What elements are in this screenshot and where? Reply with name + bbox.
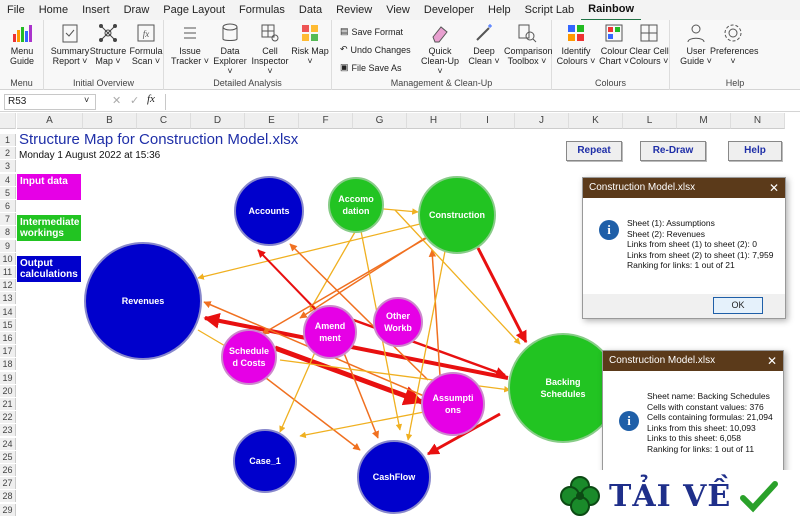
node-label: Construction <box>429 210 485 220</box>
sheet-info-dialog: Construction Model.xlsx ✕ i Sheet name: … <box>602 350 784 474</box>
close-icon[interactable]: ✕ <box>769 178 779 198</box>
node-cashflow[interactable]: CashFlow <box>357 440 431 514</box>
node-label: CashFlow <box>373 472 417 482</box>
dialog-footer: OK <box>583 294 785 318</box>
node-scheduled-costs[interactable]: Schedule d Costs <box>221 329 277 385</box>
dialog-title-bar: Construction Model.xlsx ✕ <box>583 178 785 198</box>
node-label-line2: d Costs <box>232 358 265 368</box>
node-label-line1: Other <box>386 311 411 321</box>
node-label-line1: Assumpti <box>432 393 473 403</box>
dialog-title-bar: Construction Model.xlsx ✕ <box>603 351 783 371</box>
watermark-text: TẢI VỀ <box>609 478 732 514</box>
info-icon: i <box>619 411 639 431</box>
node-label-line1: Backing <box>545 377 580 387</box>
node-case-1[interactable]: Case_1 <box>233 429 297 493</box>
node-label-line2: ons <box>445 405 461 415</box>
node-label-line2: Schedules <box>540 389 585 399</box>
dialog-message: Sheet (1): Assumptions Sheet (2): Revenu… <box>627 218 774 270</box>
dialog-body: i Sheet (1): Assumptions Sheet (2): Reve… <box>583 198 785 296</box>
node-label-line2: Workb <box>384 323 412 333</box>
node-label: Case_1 <box>249 456 281 466</box>
node-label-line2: dation <box>343 206 370 216</box>
node-other-workb[interactable]: Other Workb <box>373 297 423 347</box>
watermark: TẢI VỀ <box>555 470 800 522</box>
checkmark-icon <box>740 481 779 513</box>
node-accomodation[interactable]: Accomo dation <box>328 177 384 233</box>
node-label: Revenues <box>122 296 165 306</box>
node-label: Accounts <box>248 206 289 216</box>
dialog-message: Sheet name: Backing Schedules Cells with… <box>647 391 773 454</box>
node-construction[interactable]: Construction <box>418 176 496 254</box>
node-label-line1: Amend <box>315 321 346 331</box>
clover-icon <box>560 476 600 516</box>
node-amendment[interactable]: Amend ment <box>303 305 357 359</box>
sheet-link-dialog: Construction Model.xlsx ✕ i Sheet (1): A… <box>582 177 786 319</box>
node-accounts[interactable]: Accounts <box>234 176 304 246</box>
node-label-line1: Accomo <box>338 194 374 204</box>
info-icon: i <box>599 220 619 240</box>
node-assumptions[interactable]: Assumpti ons <box>421 372 485 436</box>
node-backing-schedules[interactable]: Backing Schedules <box>508 333 618 443</box>
node-label-line1: Schedule <box>229 346 269 356</box>
dialog-body: i Sheet name: Backing Schedules Cells wi… <box>603 371 783 475</box>
node-revenues[interactable]: Revenues <box>84 242 202 360</box>
node-label-line2: ment <box>319 333 341 343</box>
ok-button[interactable]: OK <box>713 297 763 314</box>
close-icon[interactable]: ✕ <box>767 351 777 371</box>
